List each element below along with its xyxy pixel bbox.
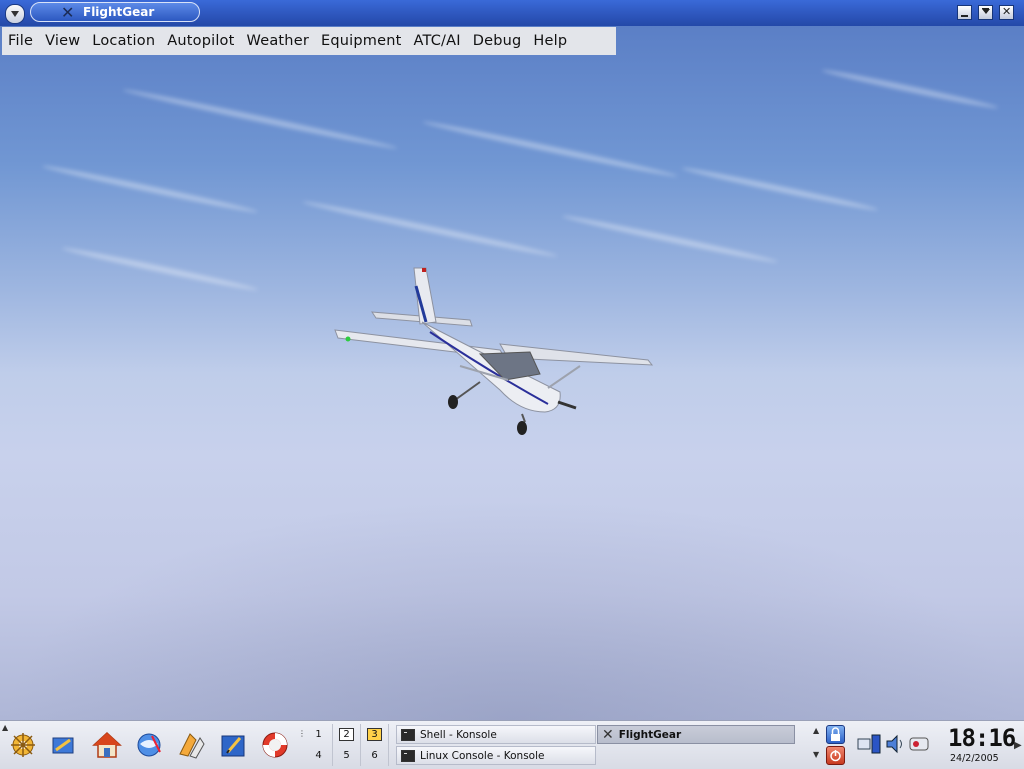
- task-shell-konsole[interactable]: Shell - Konsole: [396, 725, 596, 744]
- menu-equipment[interactable]: Equipment: [315, 33, 408, 49]
- menu-view[interactable]: View: [39, 33, 86, 49]
- editor-icon[interactable]: [216, 728, 250, 762]
- volume-icon[interactable]: [884, 733, 906, 755]
- menu-bar: File View Location Autopilot Weather Equ…: [2, 27, 616, 55]
- pager-desktop-3[interactable]: 3: [361, 724, 389, 745]
- cloud-streak: [561, 213, 779, 265]
- minimize-button[interactable]: [957, 5, 972, 20]
- window-menu-button[interactable]: [5, 4, 25, 24]
- title-pill: ✕ FlightGear: [30, 2, 200, 22]
- menu-weather[interactable]: Weather: [241, 33, 315, 49]
- window-title: FlightGear: [83, 5, 155, 19]
- cloud-streak: [302, 199, 558, 259]
- maximize-button[interactable]: [978, 5, 993, 20]
- network-monitor-icon[interactable]: [856, 731, 884, 757]
- cloud-streak: [681, 165, 879, 213]
- tray-arrow-down-icon[interactable]: ▼: [813, 750, 819, 759]
- pager-desktop-4[interactable]: 4: [305, 745, 333, 766]
- home-icon[interactable]: [90, 728, 124, 762]
- cloud-streak: [122, 86, 398, 152]
- menu-file[interactable]: File: [2, 33, 39, 49]
- cloud-streak: [61, 245, 259, 293]
- cloud-streak: [41, 163, 259, 215]
- clock-time[interactable]: 18:16: [948, 724, 1016, 752]
- menu-location[interactable]: Location: [86, 33, 161, 49]
- menu-help[interactable]: Help: [527, 33, 573, 49]
- pager-desktop-6[interactable]: 6: [361, 745, 389, 766]
- clipboard-icon[interactable]: [907, 733, 933, 755]
- cloud-streak: [821, 67, 999, 111]
- kde-menu-icon[interactable]: [6, 728, 40, 762]
- task-linux-console-konsole[interactable]: Linux Console - Konsole: [396, 746, 596, 765]
- office-icon[interactable]: [174, 728, 208, 762]
- pager-desktop-1[interactable]: 1: [305, 724, 333, 745]
- close-button[interactable]: [999, 5, 1014, 20]
- task-label: Shell - Konsole: [420, 728, 497, 741]
- menu-debug[interactable]: Debug: [467, 33, 528, 49]
- logout-icon[interactable]: [826, 746, 845, 765]
- ground-haze: [0, 496, 1024, 720]
- clock-date: 24/2/2005: [950, 753, 999, 764]
- task-label: FlightGear: [618, 728, 682, 741]
- desktop-icon[interactable]: [46, 728, 80, 762]
- terminal-icon: [401, 749, 415, 762]
- tray-arrow-up-icon[interactable]: ▲: [813, 726, 819, 735]
- aircraft-model: [334, 267, 654, 435]
- help-icon[interactable]: [258, 728, 292, 762]
- browser-icon[interactable]: [132, 728, 166, 762]
- desktop-pager: 1 2 3 4 5 6: [305, 724, 389, 766]
- title-bar: ✕ FlightGear: [0, 0, 1024, 26]
- x-app-icon: ✕: [61, 3, 75, 22]
- lock-screen-icon[interactable]: [826, 725, 845, 744]
- panel-hide-right-icon[interactable]: ▶: [1014, 740, 1022, 751]
- task-label: Linux Console - Konsole: [420, 749, 545, 762]
- menu-atc-ai[interactable]: ATC/AI: [408, 33, 467, 49]
- terminal-icon: [401, 728, 415, 741]
- x-app-icon: ✕: [602, 726, 614, 743]
- menu-autopilot[interactable]: Autopilot: [161, 33, 240, 49]
- pager-desktop-5[interactable]: 5: [333, 745, 361, 766]
- pager-desktop-2[interactable]: 2: [333, 724, 361, 745]
- cloud-streak: [422, 119, 678, 179]
- task-flightgear[interactable]: ✕ FlightGear: [597, 725, 795, 744]
